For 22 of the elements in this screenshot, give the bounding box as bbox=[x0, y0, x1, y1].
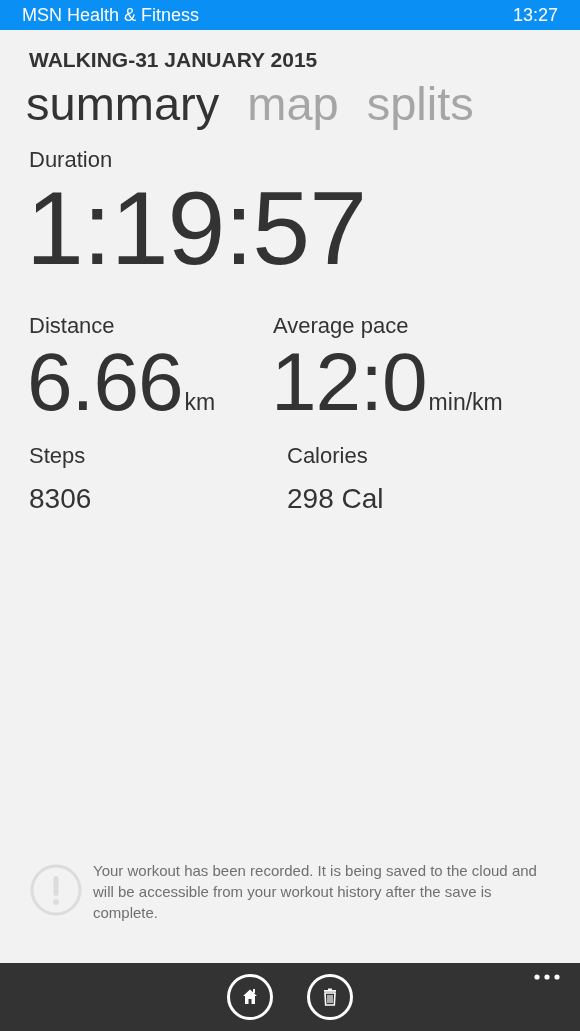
stat-label: Calories bbox=[287, 442, 369, 470]
stat-label: Steps bbox=[29, 442, 87, 470]
duration-value: 1:19:57 bbox=[26, 174, 367, 282]
tab[interactable]: splits bbox=[366, 76, 474, 132]
stat-value: 6.66 bbox=[27, 340, 183, 424]
app-name: MSN Health & Fitness bbox=[22, 3, 200, 27]
home-button[interactable] bbox=[227, 974, 273, 1020]
unit-label: min/km bbox=[428, 388, 503, 417]
delete-button[interactable] bbox=[307, 974, 353, 1020]
stat-label: Average pace bbox=[273, 312, 410, 340]
stat-label: Distance bbox=[29, 312, 116, 340]
tab[interactable]: summary bbox=[26, 76, 220, 132]
clock: 13:27 bbox=[512, 3, 558, 27]
page-title: WALKING-31 JANUARY 2015 bbox=[29, 47, 319, 73]
unit-label: km bbox=[184, 388, 216, 417]
stat-value: 12:0 bbox=[271, 340, 427, 424]
notice-text: Your workout has been recorded. It is being saved to the cloud and will be accessible from your workout history after the save is complete. bbox=[93, 861, 538, 923]
tab[interactable]: map bbox=[247, 76, 339, 132]
stat-value: 8306 bbox=[29, 482, 93, 516]
more-icon[interactable] bbox=[534, 974, 560, 980]
stat-label: Duration bbox=[29, 146, 114, 174]
stat-value: 298 Cal bbox=[287, 482, 384, 516]
